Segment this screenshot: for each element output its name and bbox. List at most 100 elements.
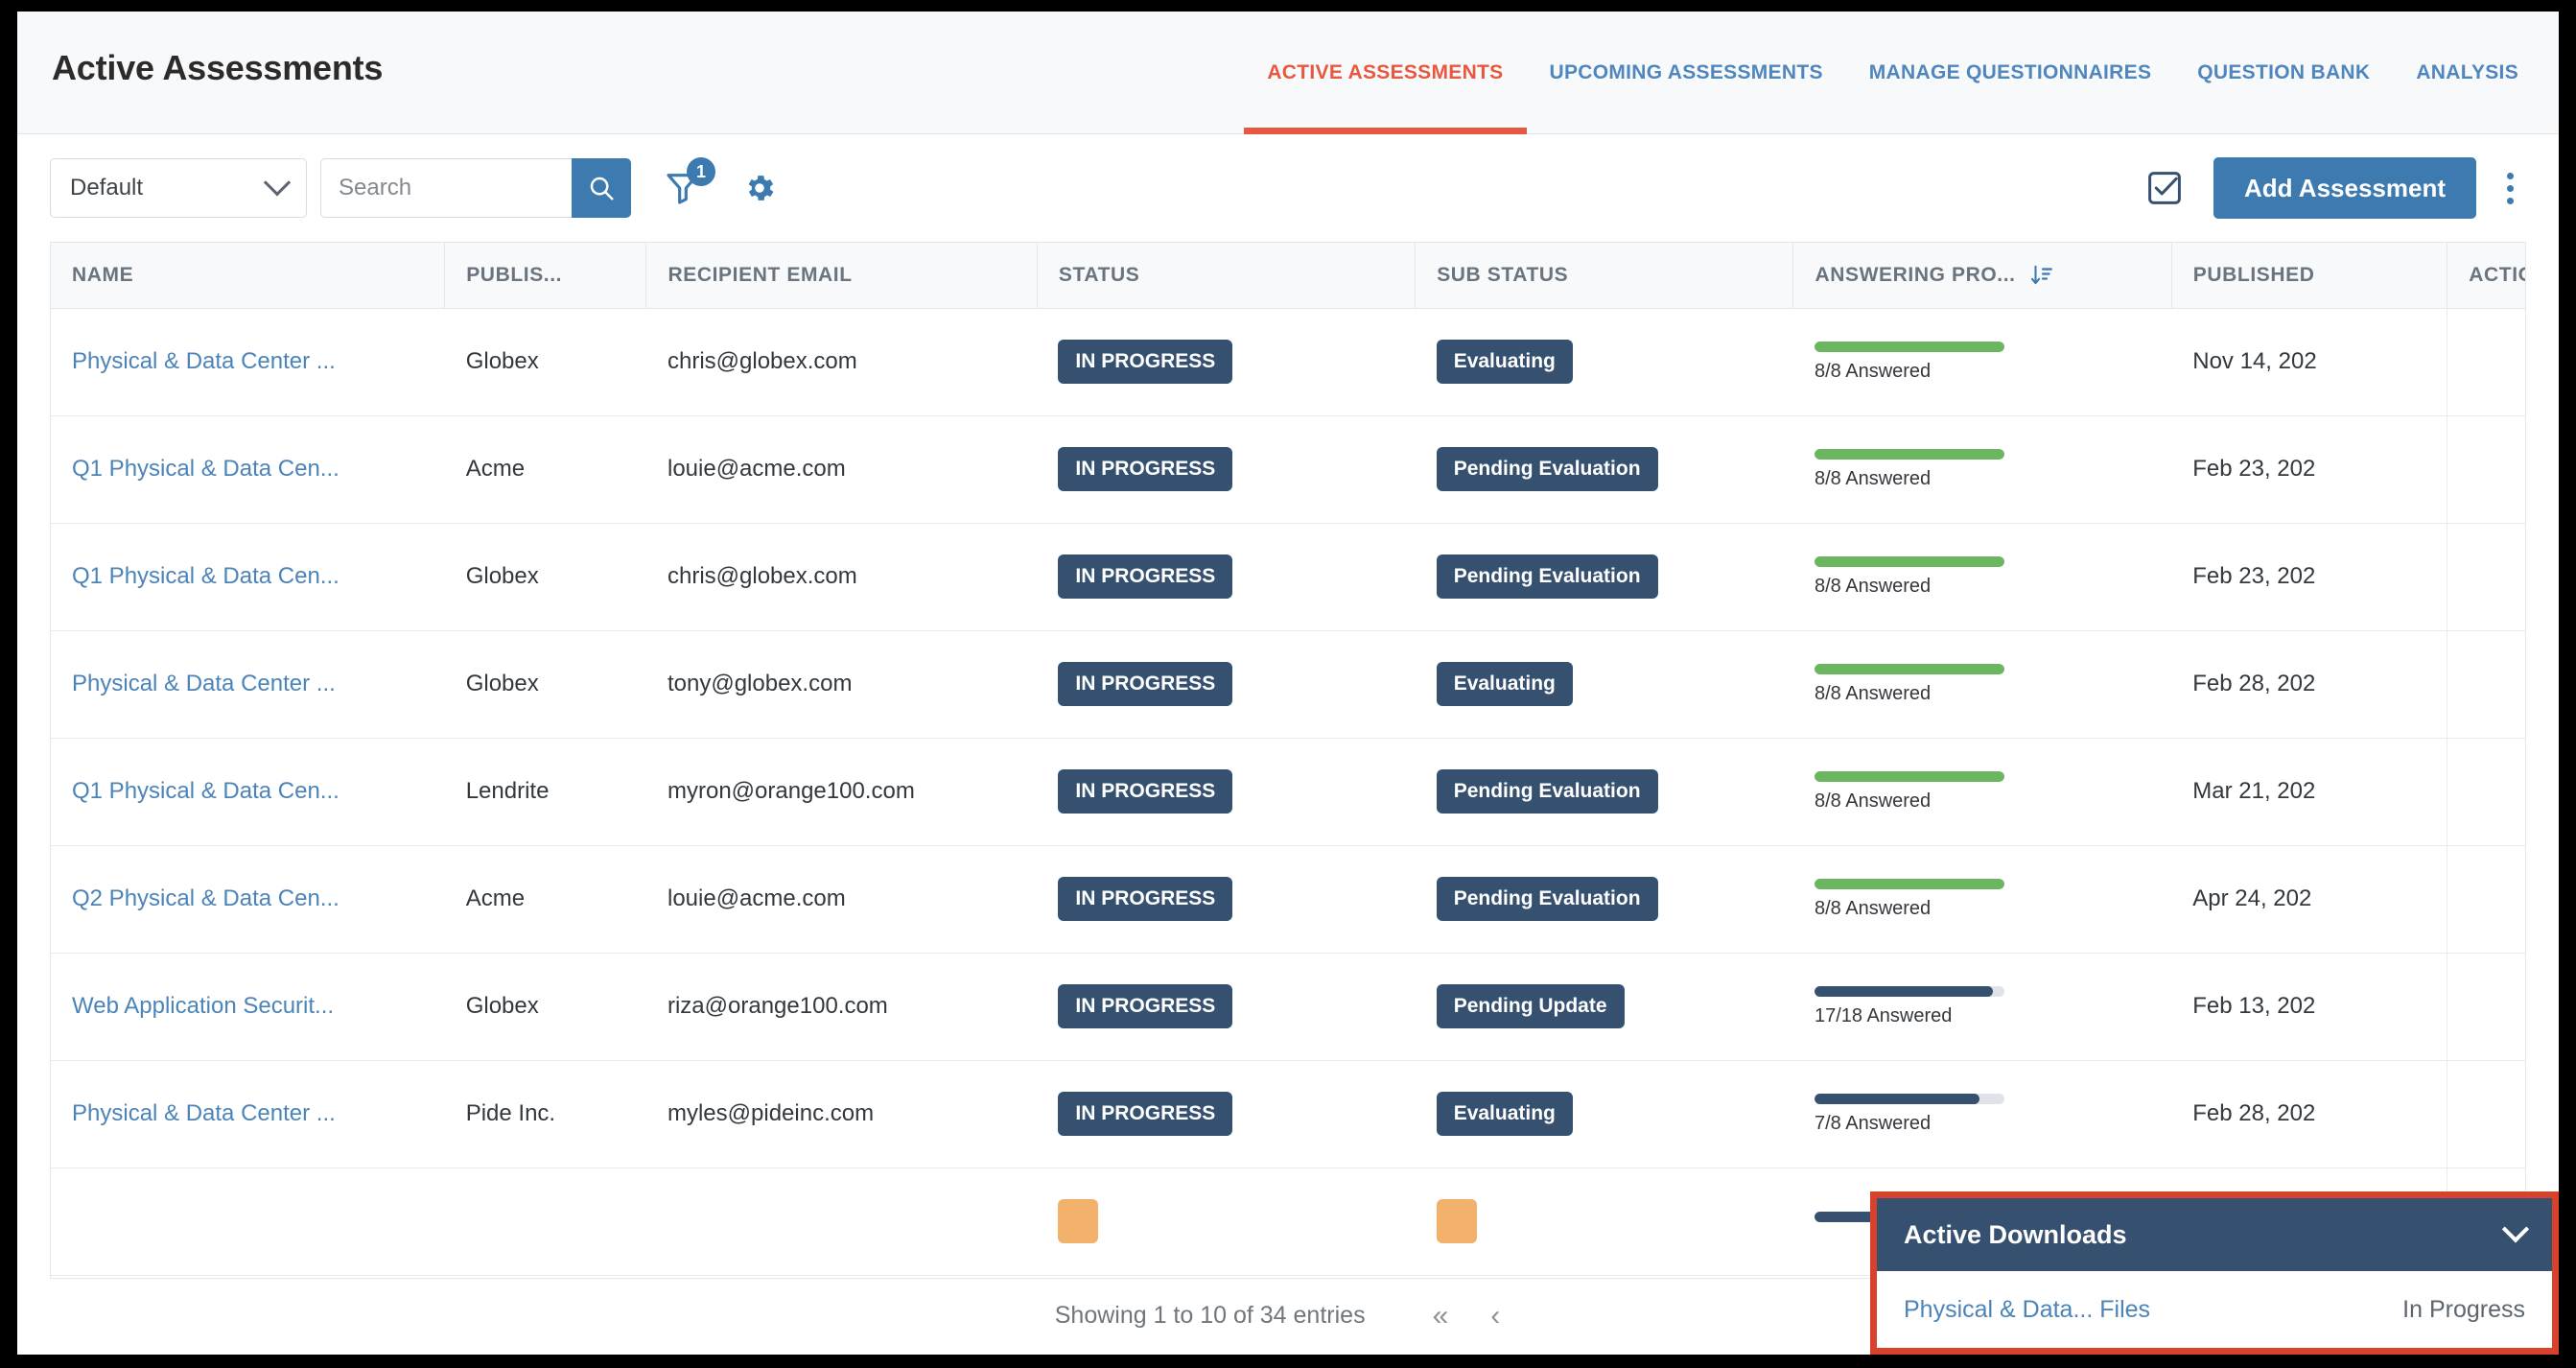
progress-label: 8/8 Answered xyxy=(1814,575,1932,597)
column-header-sub-status[interactable]: SUB STATUS xyxy=(1415,243,1794,309)
assessment-name-link[interactable]: Physical & Data Center ... xyxy=(72,1100,424,1127)
row-more-options-button[interactable] xyxy=(2521,447,2525,491)
filter-button[interactable]: 1 xyxy=(658,157,715,213)
select-all-button[interactable] xyxy=(2143,166,2187,210)
cell-publisher: Acme xyxy=(444,845,646,954)
main-nav-tabs: ACTIVE ASSESSMENTS UPCOMING ASSESSMENTS … xyxy=(1244,12,2541,134)
search-group xyxy=(320,158,631,218)
table-row[interactable]: Q1 Physical & Data Cen... Globex chris@glo… xyxy=(51,523,2525,631)
table-header-row: NAME PUBLIS... RECIPIENT EMAIL STATUS SU… xyxy=(51,243,2525,309)
row-more-options-button[interactable] xyxy=(2521,769,2525,814)
row-more-options-button[interactable] xyxy=(2521,340,2525,384)
chevron-down-icon[interactable] xyxy=(2501,1215,2530,1243)
assessment-name-link[interactable]: Q1 Physical & Data Cen... xyxy=(72,456,424,483)
search-input[interactable] xyxy=(320,158,572,218)
cell-answering-progress: 8/8 Answered xyxy=(1792,415,2172,524)
column-label: PUBLIS... xyxy=(466,263,563,286)
row-more-options-button[interactable] xyxy=(2521,984,2525,1028)
column-header-publisher[interactable]: PUBLIS... xyxy=(444,243,647,309)
gear-icon xyxy=(748,176,774,200)
table-row[interactable]: Physical & Data Center ... Globex tony@glo… xyxy=(51,630,2525,739)
table-row[interactable]: Q1 Physical & Data Cen... Acme louie@acme.… xyxy=(51,415,2525,524)
column-header-published[interactable]: PUBLISHED xyxy=(2171,243,2448,309)
download-status-label: In Progress xyxy=(2402,1295,2525,1323)
page-header: Active Assessments ACTIVE ASSESSMENTS UP… xyxy=(17,12,2559,134)
sub-status-badge: Pending Evaluation xyxy=(1436,877,1658,921)
table-row[interactable]: Physical & Data Center ... Globex chris@gl… xyxy=(51,308,2525,416)
search-button[interactable] xyxy=(572,158,631,218)
table-row[interactable]: Web Application Securit... Globex riza@ora… xyxy=(51,953,2525,1061)
row-more-options-button[interactable] xyxy=(2521,662,2525,706)
sub-status-badge: Evaluating xyxy=(1436,662,1573,706)
toolbar-more-options-button[interactable] xyxy=(2497,166,2522,210)
progress-bar-fill xyxy=(1814,1093,1980,1104)
active-downloads-title: Active Downloads xyxy=(1904,1219,2127,1249)
cell-recipient-email: riza@orange100.com xyxy=(645,953,1038,1061)
cell-publisher: Acme xyxy=(444,415,646,524)
status-badge: IN PROGRESS xyxy=(1058,1092,1233,1136)
column-header-name[interactable]: NAME xyxy=(51,243,446,309)
cell-sub-status: Pending Evaluation xyxy=(1415,415,1793,524)
column-header-answering-progress[interactable]: ANSWERING PRO... xyxy=(1792,243,2172,309)
row-more-options-button[interactable] xyxy=(2521,1092,2525,1136)
pagination-prev-button[interactable]: ‹ xyxy=(1469,1301,1521,1331)
cell-actions xyxy=(2447,523,2525,631)
column-header-status[interactable]: STATUS xyxy=(1037,243,1417,309)
tab-active-assessments[interactable]: ACTIVE ASSESSMENTS xyxy=(1244,12,1527,134)
cell-publisher: Globex xyxy=(444,308,646,416)
cell-recipient-email: chris@globex.com xyxy=(645,523,1038,631)
cell-status: IN PROGRESS xyxy=(1037,845,1416,954)
cell-sub-status: Pending Update xyxy=(1415,953,1793,1061)
assessment-name-link[interactable]: Q1 Physical & Data Cen... xyxy=(72,778,424,805)
table-body: Physical & Data Center ... Globex chris@gl… xyxy=(51,308,2525,1276)
sort-descending-icon[interactable] xyxy=(2029,263,2054,288)
assessment-name-link[interactable]: Q2 Physical & Data Cen... xyxy=(72,885,424,912)
table-row[interactable]: Q2 Physical & Data Cen... Acme louie@acme.… xyxy=(51,845,2525,954)
status-badge: IN PROGRESS xyxy=(1058,769,1233,814)
cell-actions xyxy=(2447,1060,2525,1168)
view-select-value: Default xyxy=(70,175,144,200)
kebab-dot xyxy=(2506,172,2514,179)
cell-recipient-email: tony@globex.com xyxy=(645,630,1038,739)
cell-name: Q2 Physical & Data Cen... xyxy=(51,845,445,954)
cell-sub-status: Evaluating xyxy=(1415,1060,1793,1168)
tab-analysis[interactable]: ANALYSIS xyxy=(2393,12,2541,134)
progress-bar-fill xyxy=(1814,341,2004,352)
sub-status-badge: Pending Evaluation xyxy=(1436,554,1658,599)
cell-publisher: Globex xyxy=(444,953,646,1061)
status-badge: IN PROGRESS xyxy=(1058,447,1233,491)
table-row[interactable]: Physical & Data Center ... Pide Inc. myles… xyxy=(51,1060,2525,1168)
assessment-name-link[interactable]: Physical & Data Center ... xyxy=(72,348,424,375)
table-toolbar: Default 1 xyxy=(17,134,2559,242)
cell-name xyxy=(51,1168,445,1276)
assessment-name-link[interactable]: Q1 Physical & Data Cen... xyxy=(72,563,424,590)
add-assessment-button[interactable]: Add Assessment xyxy=(2213,157,2476,219)
assessment-name-link[interactable]: Physical & Data Center ... xyxy=(72,671,424,697)
pagination-first-button[interactable]: « xyxy=(1412,1301,1470,1331)
cell-status: IN PROGRESS xyxy=(1037,523,1416,631)
row-more-options-button[interactable] xyxy=(2521,554,2525,599)
table-row[interactable]: Q1 Physical & Data Cen... Lendrite myron@o… xyxy=(51,738,2525,846)
active-downloads-header[interactable]: Active Downloads xyxy=(1877,1198,2552,1271)
progress-label: 8/8 Answered xyxy=(1814,682,1932,704)
checkbox-checked-icon xyxy=(2148,172,2181,204)
progress-label: 7/8 Answered xyxy=(1814,1112,1932,1134)
view-select[interactable]: Default xyxy=(50,158,307,218)
progress-bar-fill xyxy=(1814,770,2004,782)
cell-actions xyxy=(2447,953,2525,1061)
cell-name: Physical & Data Center ... xyxy=(51,1060,445,1168)
assessments-table: NAME PUBLIS... RECIPIENT EMAIL STATUS SU… xyxy=(51,243,2525,1276)
progress-bar-fill xyxy=(1814,555,2004,567)
tab-upcoming-assessments[interactable]: UPCOMING ASSESSMENTS xyxy=(1527,12,1846,134)
cell-status: IN PROGRESS xyxy=(1037,415,1416,524)
download-file-link[interactable]: Physical & Data... Files xyxy=(1904,1296,2150,1324)
progress-bar-track xyxy=(1814,985,2004,997)
settings-button[interactable] xyxy=(738,167,781,209)
row-more-options-button[interactable] xyxy=(2521,877,2525,921)
assessment-name-link[interactable]: Web Application Securit... xyxy=(72,993,424,1020)
column-header-recipient-email[interactable]: RECIPIENT EMAIL xyxy=(645,243,1038,309)
cell-answering-progress: 17/18 Answered xyxy=(1792,953,2172,1061)
tab-manage-questionnaires[interactable]: MANAGE QUESTIONNAIRES xyxy=(1846,12,2175,134)
tab-question-bank[interactable]: QUESTION BANK xyxy=(2174,12,2393,134)
cell-actions xyxy=(2447,415,2525,524)
